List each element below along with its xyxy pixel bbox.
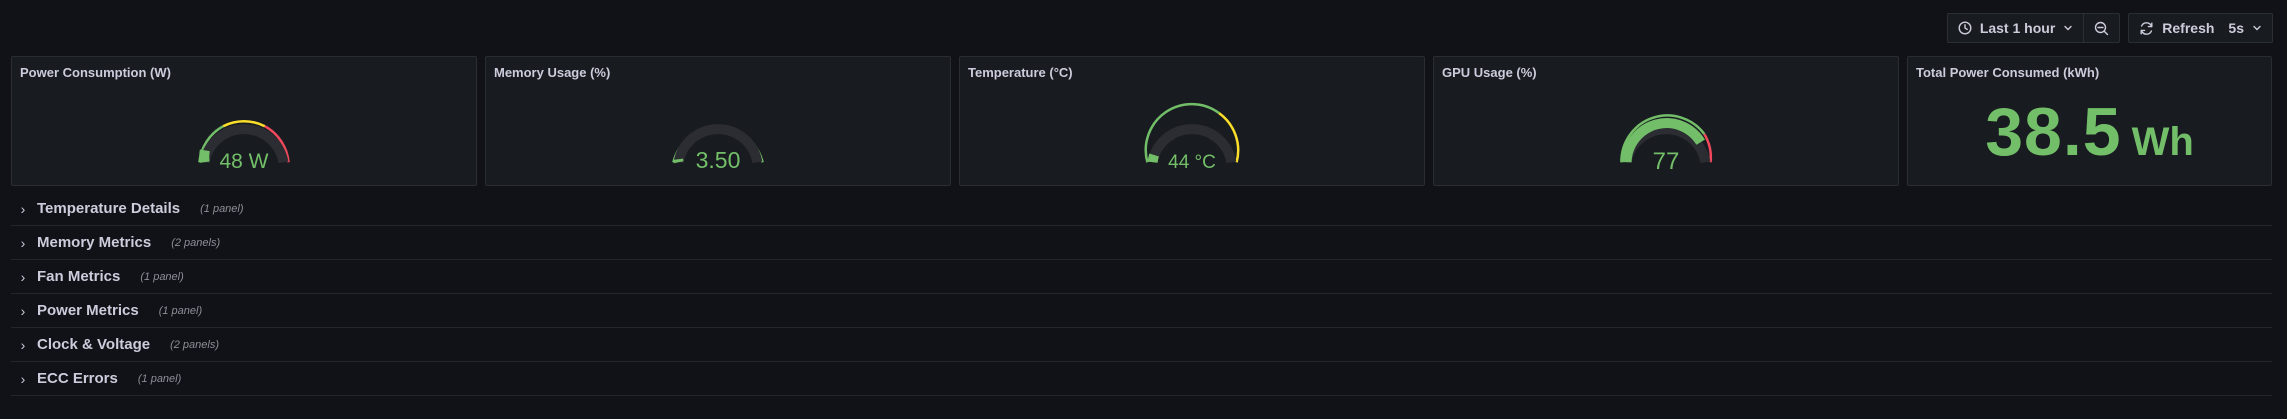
time-range-label: Last 1 hour [1979,20,2056,36]
chevron-right-icon: › [20,268,26,285]
row-panel-count: (2 panels) [170,338,220,351]
refresh-icon [2139,21,2154,36]
panel-memory-usage[interactable]: Memory Usage (%) 3.50 [485,56,951,186]
gauge-value: 3.50 [696,147,741,173]
row-panel-count: (1 panel) [158,304,203,317]
row-power-metrics[interactable]: › Power Metrics (1 panel) [11,294,2272,328]
memory-gauge: 3.50 [672,124,764,173]
row-panel-count: (1 panel) [200,202,244,215]
panel-title: Memory Usage (%) [494,65,611,80]
chevron-right-icon: › [20,234,26,251]
row-temperature-details[interactable]: › Temperature Details (1 panel) [11,192,2272,226]
row-panel-count: (1 panel) [137,372,182,385]
clock-icon [1958,21,1972,35]
row-memory-metrics[interactable]: › Memory Metrics (2 panels) [11,226,2272,260]
panel-title: Total Power Consumed (kWh) [1916,65,2100,80]
refresh-label: Refresh [2162,20,2215,36]
refresh-interval-label: 5s [2228,20,2244,36]
dashboard-toolbar: Last 1 hour Refresh 5s [1946,13,2273,43]
row-title: Fan Metrics [37,268,121,285]
chevron-down-icon [2252,23,2262,33]
panel-gpu-usage[interactable]: GPU Usage (%) 77 [1433,56,1899,186]
time-controls: Last 1 hour [1946,13,2121,43]
row-fan-metrics[interactable]: › Fan Metrics (1 panel) [11,260,2272,294]
gauge-value-arc [199,149,210,163]
gauge-value: 77 [1653,148,1680,175]
row-panel-count: (2 panels) [171,236,221,249]
dashboard-rows: › Temperature Details (1 panel) › Memory… [11,192,2272,396]
row-title: Memory Metrics [37,234,152,251]
stat-unit: Wh [2131,120,2194,164]
zoom-out-button[interactable] [2083,14,2119,42]
stat-number: 38.5 [1985,94,2122,170]
gauge-value-arc [673,158,684,164]
time-range-picker[interactable]: Last 1 hour [1948,14,2083,42]
stat-value: 38.5 Wh [1908,93,2271,171]
row-clock-voltage[interactable]: › Clock & Voltage (2 panels) [11,328,2272,362]
temperature-gauge: 44 °C [1144,102,1240,173]
row-ecc-errors[interactable]: › ECC Errors (1 panel) [11,362,2272,396]
panel-title: GPU Usage (%) [1442,65,1537,80]
chevron-down-icon [2063,23,2073,33]
row-title: Temperature Details [37,200,181,217]
panel-total-power[interactable]: Total Power Consumed (kWh) 38.5 Wh [1907,56,2272,186]
row-title: ECC Errors [37,370,118,387]
row-title: Power Metrics [37,302,139,319]
chevron-right-icon: › [20,336,26,353]
panels-row: Power Consumption (W) 48 W Memory Usage … [11,56,2272,186]
row-title: Clock & Voltage [37,336,151,353]
panel-power-consumption[interactable]: Power Consumption (W) 48 W [11,56,477,186]
panel-temperature[interactable]: Temperature (°C) 44 °C [959,56,1425,186]
refresh-interval-picker[interactable]: 5s [2224,14,2272,42]
refresh-button[interactable]: Refresh [2129,14,2224,42]
zoom-out-icon [2094,21,2109,36]
panel-title: Power Consumption (W) [20,65,171,80]
gauge-value: 48 W [219,150,268,173]
gauge-value-arc [1147,153,1159,163]
chevron-right-icon: › [20,370,26,387]
refresh-controls: Refresh 5s [2128,13,2273,43]
gauge-value: 44 °C [1168,152,1216,173]
power-gauge: 48 W [198,119,290,173]
row-panel-count: (1 panel) [140,270,184,283]
gpu-usage-gauge: 77 [1620,114,1713,175]
chevron-right-icon: › [20,302,26,319]
panel-title: Temperature (°C) [968,65,1073,80]
chevron-right-icon: › [20,200,26,217]
